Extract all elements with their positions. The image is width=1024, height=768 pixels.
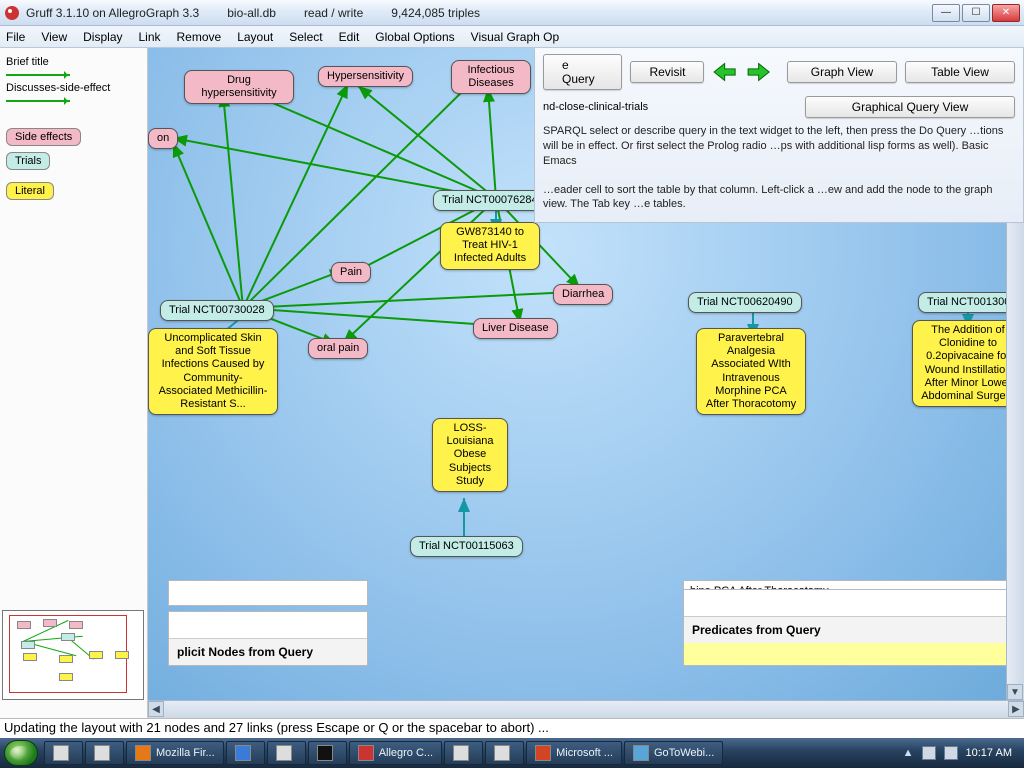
scroll-left-icon[interactable]: ◀ <box>148 701 164 717</box>
mode-label: read / write <box>304 6 363 20</box>
taskbar-item-gotowebinar[interactable]: GoToWebi... <box>624 741 723 765</box>
graph-canvas[interactable]: Hypersensitivity Infectious Diseases Dru… <box>148 48 1024 718</box>
explicit-nodes-panel: plicit Nodes from Query <box>168 611 368 666</box>
menu-layout[interactable]: Layout <box>237 30 273 44</box>
predicates-header[interactable]: Predicates from Query <box>684 616 1020 643</box>
node-uncomplicated-skin[interactable]: Uncomplicated Skin and Soft Tissue Infec… <box>148 328 278 415</box>
taskbar-item[interactable] <box>308 741 347 765</box>
scroll-down-icon[interactable]: ▼ <box>1007 684 1023 700</box>
menu-global-options[interactable]: Global Options <box>375 30 454 44</box>
menu-edit[interactable]: Edit <box>339 30 360 44</box>
predicates-body <box>684 643 1020 665</box>
app-icon <box>494 745 510 761</box>
menu-link[interactable]: Link <box>139 30 161 44</box>
scroll-right-icon[interactable]: ▶ <box>1008 701 1024 717</box>
query-toolbar: e Query Revisit Graph View Table View nd… <box>534 48 1024 223</box>
tray-icon[interactable] <box>944 746 958 760</box>
node-oral-pain[interactable]: oral pain <box>308 338 368 359</box>
app-icon <box>4 5 20 21</box>
menu-visual-graph[interactable]: Visual Graph Op <box>471 30 560 44</box>
tray-chevron-icon[interactable]: ▲ <box>903 747 914 759</box>
node-paravertebral[interactable]: Paravertebral Analgesia Associated WIth … <box>696 328 806 415</box>
taskbar-item[interactable] <box>485 741 524 765</box>
app-title: Gruff 3.1.10 on AllegroGraph 3.3 <box>26 6 199 20</box>
taskbar-item[interactable] <box>85 741 124 765</box>
menu-view[interactable]: View <box>41 30 67 44</box>
system-tray[interactable]: ▲ 10:17 AM <box>895 746 1020 760</box>
explicit-nodes-header[interactable]: plicit Nodes from Query <box>169 638 367 665</box>
legend-brief-title-label: Brief title <box>6 56 49 68</box>
node-trial-nct00730028[interactable]: Trial NCT00730028 <box>160 300 274 321</box>
taskbar-item[interactable] <box>444 741 483 765</box>
tray-icon[interactable] <box>922 746 936 760</box>
graphical-query-view-button[interactable]: Graphical Query View <box>805 96 1015 118</box>
node-trial-nct00076284[interactable]: Trial NCT00076284 <box>433 190 547 211</box>
app-icon <box>276 745 292 761</box>
help-text-2: …eader cell to sort the table by that co… <box>543 183 1015 213</box>
predicates-panel: Predicates from Query <box>683 589 1021 666</box>
menu-file[interactable]: File <box>6 30 25 44</box>
db-file: bio-all.db <box>227 6 276 20</box>
legend-trials[interactable]: Trials <box>6 152 50 170</box>
taskbar-item[interactable] <box>226 741 265 765</box>
legend-discusses: Discusses-side-effect <box>6 82 141 94</box>
ie-icon <box>235 745 251 761</box>
triple-count: 9,424,085 triples <box>391 6 480 20</box>
node-loss-study[interactable]: LOSS- Louisiana Obese Subjects Study <box>432 418 508 492</box>
node-trial-nct00115063[interactable]: Trial NCT00115063 <box>410 536 523 557</box>
taskbar-item-powerpoint[interactable]: Microsoft ... <box>526 741 622 765</box>
do-query-button[interactable]: e Query <box>543 54 622 90</box>
taskbar-item[interactable] <box>44 741 83 765</box>
node-hypersensitivity[interactable]: Hypersensitivity <box>318 66 413 87</box>
firefox-icon <box>135 745 151 761</box>
taskbar-item-firefox[interactable]: Mozilla Fir... <box>126 741 224 765</box>
gruff-icon <box>358 745 374 761</box>
table-view-button[interactable]: Table View <box>905 61 1015 83</box>
gotowebinar-icon <box>633 745 649 761</box>
query-name-label: nd-close-clinical-trials <box>543 101 648 113</box>
main-area: Brief title Discusses-side-effect Side e… <box>0 48 1024 718</box>
close-button[interactable]: ✕ <box>992 4 1020 22</box>
app-icon <box>453 745 469 761</box>
node-trial-nct00620490[interactable]: Trial NCT00620490 <box>688 292 802 313</box>
menu-select[interactable]: Select <box>289 30 322 44</box>
menu-remove[interactable]: Remove <box>177 30 222 44</box>
taskbar-item[interactable] <box>267 741 306 765</box>
start-button[interactable] <box>4 740 38 766</box>
node-drug-hypersensitivity[interactable]: Drug hypersensitivity <box>184 70 294 104</box>
taskbar-item-allegro[interactable]: Allegro C... <box>349 741 442 765</box>
node-infectious[interactable]: Infectious Diseases <box>451 60 531 94</box>
legend-side-effects[interactable]: Side effects <box>6 128 81 146</box>
menu-display[interactable]: Display <box>83 30 122 44</box>
revisit-button[interactable]: Revisit <box>630 61 704 83</box>
arrow-icon <box>6 74 70 76</box>
node-diarrhea[interactable]: Diarrhea <box>553 284 613 305</box>
node-fragment-on[interactable]: on <box>148 128 178 149</box>
node-pain[interactable]: Pain <box>331 262 371 283</box>
clock[interactable]: 10:17 AM <box>966 747 1012 759</box>
menu-bar: File View Display Link Remove Layout Sel… <box>0 26 1024 48</box>
terminal-icon <box>317 745 333 761</box>
canvas-horizontal-scrollbar[interactable]: ◀ ▶ <box>148 700 1024 718</box>
node-gw873140[interactable]: GW873140 to Treat HIV-1 Infected Adults <box>440 222 540 270</box>
forward-arrow-icon[interactable] <box>746 61 771 83</box>
status-bar: Updating the layout with 21 nodes and 27… <box>0 718 1024 738</box>
graph-view-button[interactable]: Graph View <box>787 61 897 83</box>
legend-discusses-label: Discusses-side-effect <box>6 82 110 94</box>
minimap[interactable] <box>2 610 144 700</box>
minimize-button[interactable]: — <box>932 4 960 22</box>
legend-literal[interactable]: Literal <box>6 182 54 200</box>
taskbar: Mozilla Fir... Allegro C... Microsoft ..… <box>0 738 1024 768</box>
legend-brief-title: Brief title <box>6 56 141 68</box>
arrow-icon <box>6 100 70 102</box>
app-icon <box>53 745 69 761</box>
back-arrow-icon[interactable] <box>712 61 737 83</box>
maximize-button[interactable]: ☐ <box>962 4 990 22</box>
app-icon <box>94 745 110 761</box>
explicit-nodes-row-fragment <box>168 580 368 606</box>
node-liver-disease[interactable]: Liver Disease <box>473 318 558 339</box>
window-titlebar: Gruff 3.1.10 on AllegroGraph 3.3 bio-all… <box>0 0 1024 26</box>
help-text-1: SPARQL select or describe query in the t… <box>543 124 1015 169</box>
powerpoint-icon <box>535 745 551 761</box>
